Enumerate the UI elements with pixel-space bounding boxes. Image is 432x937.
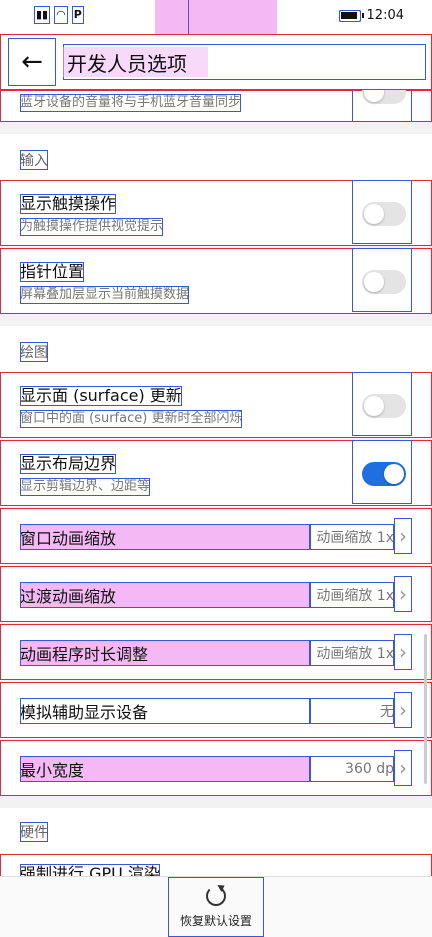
- transition-animation-scale-row[interactable]: 过渡动画缩放 动画缩放 1x ›: [0, 566, 432, 622]
- battery-icon: [338, 9, 364, 22]
- show-surface-updates-switch[interactable]: [352, 372, 412, 436]
- pointer-location-switch[interactable]: [352, 248, 412, 312]
- refresh-icon: [206, 885, 226, 906]
- section-drawing: 绘图: [0, 326, 432, 372]
- status-bar: ▮▮ ◠ P 12:04: [0, 0, 432, 34]
- animator-duration-scale-title: 动画程序时长调整: [20, 640, 310, 666]
- show-layout-bounds-summary: 显示剪辑边界、边距等: [20, 478, 151, 496]
- section-hardware-label: 硬件: [20, 822, 48, 842]
- settings-list[interactable]: 蓝牙设备的音量将与手机蓝牙音量同步 输入 显示触摸操作 为触摸操作提供视觉提示 …: [0, 90, 432, 876]
- show-layout-bounds-title: 显示布局边界: [20, 454, 117, 474]
- chevron-right-icon: ›: [394, 634, 412, 670]
- page-title: 开发人员选项: [67, 51, 187, 76]
- parking-icon: P: [71, 6, 84, 24]
- transition-animation-scale-title: 过渡动画缩放: [20, 582, 310, 608]
- section-hardware: 硬件: [0, 808, 432, 854]
- window-animation-scale-value: 动画缩放 1x: [310, 524, 394, 550]
- reset-defaults-label: 恢复默认设置: [179, 913, 252, 928]
- smallest-width-value: 360 dp: [310, 756, 394, 782]
- animator-duration-scale-row[interactable]: 动画程序时长调整 动画缩放 1x ›: [0, 624, 432, 680]
- bottom-action-bar: 恢复默认设置: [0, 876, 432, 937]
- chevron-right-icon: ›: [394, 692, 412, 728]
- show-layout-bounds-row[interactable]: 显示布局边界 显示剪辑边界、边距等: [0, 440, 432, 506]
- chevron-right-icon: ›: [394, 518, 412, 554]
- app-bar: ← 开发人员选项: [0, 34, 432, 90]
- bluetooth-volume-switch[interactable]: [352, 90, 412, 122]
- simulate-secondary-displays-value: 无: [310, 698, 394, 724]
- page-title-container: 开发人员选项: [63, 44, 426, 80]
- section-input-label: 输入: [20, 150, 48, 170]
- transition-animation-scale-value: 动画缩放 1x: [310, 582, 394, 608]
- show-surface-updates-title: 显示面 (surface) 更新: [20, 386, 182, 406]
- section-input: 输入: [0, 134, 432, 180]
- show-surface-updates-row[interactable]: 显示面 (surface) 更新 窗口中的面 (surface) 更新时全部闪烁: [0, 372, 432, 438]
- chevron-right-icon: ›: [394, 576, 412, 612]
- show-layout-bounds-switch[interactable]: [352, 440, 412, 504]
- simulate-secondary-displays-row[interactable]: 模拟辅助显示设备 无 ›: [0, 682, 432, 738]
- show-touches-row[interactable]: 显示触摸操作 为触摸操作提供视觉提示: [0, 180, 432, 246]
- chevron-right-icon: ›: [394, 750, 412, 786]
- wifi-icon: ◠: [54, 6, 68, 24]
- simulate-secondary-displays-title: 模拟辅助显示设备: [20, 698, 310, 724]
- bluetooth-volume-summary: 蓝牙设备的音量将与手机蓝牙音量同步: [20, 94, 242, 112]
- show-touches-title: 显示触摸操作: [20, 194, 117, 214]
- smallest-width-title: 最小宽度: [20, 756, 310, 782]
- signal-icon: ▮▮: [34, 6, 51, 24]
- window-animation-scale-title: 窗口动画缩放: [20, 524, 310, 550]
- section-drawing-label: 绘图: [20, 342, 48, 362]
- animator-duration-scale-value: 动画缩放 1x: [310, 640, 394, 666]
- smallest-width-row[interactable]: 最小宽度 360 dp ›: [0, 740, 432, 796]
- reset-defaults-button[interactable]: 恢复默认设置: [168, 877, 264, 937]
- force-gpu-rendering-row[interactable]: 强制进行 GPU 渲染: [0, 854, 432, 876]
- pointer-location-summary: 屏幕叠加层显示当前触摸数据: [20, 286, 190, 304]
- pointer-location-row[interactable]: 指针位置 屏幕叠加层显示当前触摸数据: [0, 248, 432, 314]
- status-time: 12:04: [366, 8, 404, 23]
- show-touches-switch[interactable]: [352, 180, 412, 244]
- pointer-location-title: 指针位置: [20, 262, 85, 282]
- window-animation-scale-row[interactable]: 窗口动画缩放 动画缩放 1x ›: [0, 508, 432, 564]
- show-surface-updates-summary: 窗口中的面 (surface) 更新时全部闪烁: [20, 410, 243, 428]
- scrollbar[interactable]: [424, 634, 427, 784]
- force-gpu-rendering-title: 强制进行 GPU 渲染: [20, 864, 160, 876]
- status-overlay-bar: [155, 0, 277, 34]
- bluetooth-volume-row[interactable]: 蓝牙设备的音量将与手机蓝牙音量同步: [0, 90, 432, 122]
- back-arrow-icon[interactable]: ←: [8, 38, 56, 86]
- show-touches-summary: 为触摸操作提供视觉提示: [20, 218, 164, 236]
